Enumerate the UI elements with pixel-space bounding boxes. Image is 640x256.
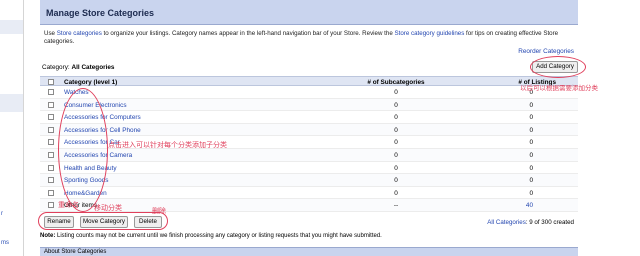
row-checkbox[interactable] <box>48 189 54 196</box>
header-category-name: Category (level 1) <box>64 79 118 86</box>
subcategory-count: -- <box>393 202 399 210</box>
table-row: Health and Beauty 0 0 <box>40 162 578 175</box>
row-checkbox[interactable] <box>48 177 54 184</box>
table-row: Accessories for Cell Phone 0 0 <box>40 123 578 137</box>
listing-count: 0 <box>529 164 533 172</box>
category-link[interactable]: Home&Garden <box>64 190 107 197</box>
category-link[interactable]: Accessories for Computers <box>64 114 141 121</box>
left-nav-link[interactable]: r <box>1 211 3 217</box>
store-categories-link[interactable]: Store categories <box>57 30 102 37</box>
listing-count: 0 <box>529 189 533 197</box>
delete-button[interactable]: Delete <box>134 216 162 228</box>
title-bar: Manage Store Categories <box>40 0 578 25</box>
about-section-header: About Store Categories <box>40 247 578 256</box>
main-content: Manage Store Categories Use Store catego… <box>40 0 578 256</box>
table-row: Home&Garden 0 0 <box>40 187 578 200</box>
category-link[interactable]: Sporting Goods <box>64 177 108 184</box>
left-nav-block <box>0 20 23 34</box>
subcategory-count: 0 <box>394 151 398 159</box>
table-row: Consumer Electronics 0 0 <box>40 98 578 112</box>
subcategory-count: 0 <box>394 126 398 134</box>
store-category-guidelines-link[interactable]: Store category guidelines <box>395 30 465 37</box>
action-bar: Rename Move Category Delete All Categori… <box>40 213 578 231</box>
category-link[interactable]: Consumer Electronics <box>64 102 127 109</box>
intro-text-part: Use <box>44 30 57 37</box>
table-row: Watches 0 0 <box>40 86 578 99</box>
row-checkbox[interactable] <box>48 101 54 108</box>
category-count: All Categories: 9 of 300 created <box>487 219 574 226</box>
subcategory-count: 0 <box>394 177 398 185</box>
listing-count: 0 <box>529 177 533 185</box>
annotation-row-note: 点击进入可以针对每个分类添加子分类 <box>108 141 227 149</box>
table-row: Accessories for Camera 0 0 <box>40 148 578 162</box>
listing-count: 0 <box>529 101 533 109</box>
listing-count-link[interactable]: 40 <box>460 202 556 209</box>
subcategory-count: 0 <box>394 114 398 122</box>
annotation-rename-note: 重命名 <box>58 201 79 209</box>
header-subcategories: # of Subcategories <box>367 79 425 86</box>
intro-text: Use Store categories to organize your li… <box>44 30 574 46</box>
subcategory-count: 0 <box>394 89 398 96</box>
subcategory-count: 0 <box>394 101 398 109</box>
about-title: About Store Categories <box>44 249 107 255</box>
category-link[interactable]: Health and Beauty <box>64 165 117 172</box>
move-category-button[interactable]: Move Category <box>80 216 128 228</box>
row-checkbox[interactable] <box>48 126 54 133</box>
annotation-add-note: 以后可以根据需要添加分类 <box>520 84 598 92</box>
listing-count: 0 <box>529 114 533 122</box>
category-link[interactable]: Accessories for Cell Phone <box>64 127 141 134</box>
add-category-button[interactable]: Add Category <box>532 61 578 73</box>
row-checkbox[interactable] <box>48 151 54 158</box>
all-categories-link[interactable]: All Categories <box>487 219 526 226</box>
table-row: Sporting Goods 0 0 <box>40 174 578 187</box>
category-link[interactable]: Accessories for Camera <box>64 152 132 159</box>
page-title: Manage Store Categories <box>46 8 155 18</box>
note-text: Listing counts may not be current until … <box>55 233 382 239</box>
subcategory-count: 0 <box>394 139 398 147</box>
row-checkbox[interactable] <box>48 164 54 171</box>
row-checkbox[interactable] <box>48 139 54 146</box>
category-count-text: : 9 of 300 created <box>525 219 574 226</box>
left-nav-link[interactable]: ms <box>1 240 9 246</box>
category-link[interactable]: Watches <box>64 89 89 96</box>
category-prefix: Category: <box>42 64 70 71</box>
rename-button[interactable]: Rename <box>44 216 74 228</box>
intro-text-part: to organize your listings. Category name… <box>101 30 395 37</box>
table-header: Category (level 1) # of Subcategories # … <box>40 76 578 86</box>
category-filter-label: Category: All Categories <box>42 64 114 71</box>
select-all-checkbox[interactable] <box>48 79 54 85</box>
category-value: All Categories <box>71 64 115 71</box>
listing-note: Note: Listing counts may not be current … <box>40 233 382 239</box>
listing-count: 0 <box>529 151 533 159</box>
listing-count: 0 <box>529 126 533 134</box>
note-label: Note: <box>40 233 56 239</box>
row-checkbox[interactable] <box>48 202 54 209</box>
annotation-delete-note: 删除 <box>152 207 166 215</box>
reorder-categories-link[interactable]: Reorder Categories <box>518 48 574 55</box>
right-margin <box>578 0 640 256</box>
left-nav-sidebar: r ms <box>0 0 24 256</box>
listing-count: 0 <box>529 139 533 147</box>
row-checkbox[interactable] <box>48 114 54 121</box>
subcategory-count: 0 <box>394 164 398 172</box>
table-row: Accessories for Computers 0 0 <box>40 111 578 124</box>
row-checkbox[interactable] <box>48 89 54 95</box>
annotation-move-note: 移动分类 <box>94 204 122 212</box>
left-nav-active-block <box>0 94 23 112</box>
subcategory-count: 0 <box>394 189 398 197</box>
